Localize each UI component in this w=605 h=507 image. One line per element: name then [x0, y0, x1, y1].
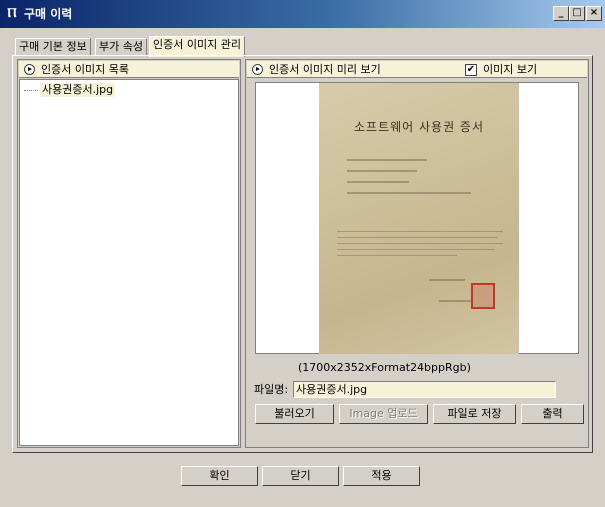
list-pane-header: 인증서 이미지 목록 [19, 61, 239, 78]
image-format-info: (1700x2352xFormat24bppRgb) [298, 361, 471, 374]
certificate-seal [471, 283, 495, 309]
show-image-checkbox[interactable]: ✔ [465, 64, 477, 76]
section-arrow-icon [252, 64, 263, 75]
certificate-image-preview-pane: 인증서 이미지 미리 보기 ✔ 이미지 보기 소프트웨어 사용권 증서 (170… [245, 59, 589, 448]
show-image-label[interactable]: 이미지 보기 [483, 62, 537, 77]
tree-connector [24, 90, 38, 91]
tab-extra-attributes[interactable]: 부가 속성 [95, 38, 147, 56]
image-preview-area: 소프트웨어 사용권 증서 [255, 82, 579, 354]
filename-field[interactable]: 사용권증서.jpg [293, 381, 556, 398]
minimize-button[interactable]: _ [553, 6, 569, 21]
tree-item-label[interactable]: 사용권증서.jpg [40, 83, 116, 97]
save-to-file-button[interactable]: 파일로 저장 [433, 404, 516, 424]
close-button[interactable]: 닫기 [262, 466, 339, 486]
section-arrow-icon [24, 64, 35, 75]
certificate-document-title: 소프트웨어 사용권 증서 [353, 120, 485, 134]
filename-label: 파일명: [254, 383, 289, 396]
maximize-button[interactable]: □ [569, 6, 585, 21]
print-button[interactable]: 출력 [521, 404, 584, 424]
tab-basic-info[interactable]: 구매 기본 정보 [15, 38, 91, 56]
ok-button[interactable]: 확인 [181, 466, 258, 486]
tab-certificate-images[interactable]: 인증서 이미지 관리 [149, 36, 245, 57]
preview-pane-title: 인증서 이미지 미리 보기 [269, 63, 381, 76]
load-image-button[interactable]: 불러오기 [255, 404, 334, 424]
certificate-image-list-pane: 인증서 이미지 목록 사용권증서.jpg [17, 59, 241, 448]
app-icon: Ⲡ [7, 6, 17, 21]
certificate-image-tab-panel: 인증서 이미지 목록 사용권증서.jpg 인증서 이미지 미리 보기 ✔ 이미지… [12, 55, 593, 453]
list-pane-title: 인증서 이미지 목록 [41, 63, 129, 76]
title-bar[interactable]: Ⲡ 구매 이력 _ □ × [0, 0, 605, 28]
apply-button[interactable]: 적용 [343, 466, 420, 486]
purchase-history-window: Ⲡ 구매 이력 _ □ × 구매 기본 정보 부가 속성 인증서 이미지 관리 … [0, 0, 605, 507]
certificate-file-tree[interactable]: 사용권증서.jpg [19, 79, 239, 446]
window-title: 구매 이력 [24, 7, 73, 21]
certificate-image: 소프트웨어 사용권 증서 [319, 83, 519, 354]
close-window-button[interactable]: × [586, 6, 602, 21]
image-upload-button[interactable]: Image 업로드 [339, 404, 428, 424]
preview-pane-header: 인증서 이미지 미리 보기 ✔ 이미지 보기 [247, 61, 587, 78]
